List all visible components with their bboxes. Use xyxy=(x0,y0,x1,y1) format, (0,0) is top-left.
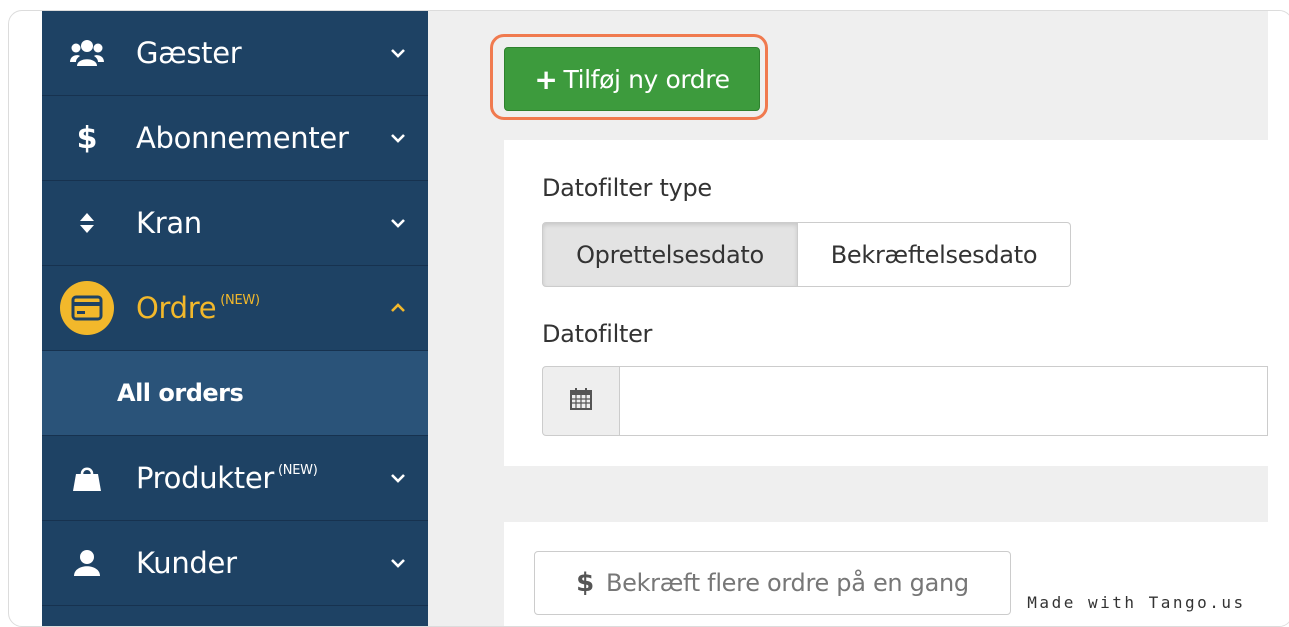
sidebar-item-text: Ordre xyxy=(136,291,217,325)
sidebar-item-label: Kunder xyxy=(136,546,237,580)
sidebar-item-label: Abonnementer xyxy=(136,121,349,155)
date-filter-label: Datofilter xyxy=(542,320,653,348)
sidebar-item-label: Gæster xyxy=(136,36,242,70)
date-filter-input[interactable] xyxy=(620,366,1268,436)
filter-panel: Datofilter type Oprettelsesdato Bekræfte… xyxy=(504,140,1268,466)
sidebar-item-products[interactable]: Produkter (NEW) xyxy=(42,436,428,521)
creation-date-option[interactable]: Oprettelsesdato xyxy=(542,222,798,287)
sidebar-item-text: Produkter xyxy=(136,461,275,495)
dollar-icon: $ xyxy=(576,568,594,598)
app-window: Gæster $ Abonnementer Kran Ordre (NEW) A… xyxy=(8,10,1289,627)
dollar-icon: $ xyxy=(76,120,98,156)
sidebar-item-customers[interactable]: Kunder xyxy=(42,521,428,606)
new-badge: (NEW) xyxy=(278,463,318,478)
confirm-multiple-label: Bekræft flere ordre på en gang xyxy=(605,569,969,597)
sidebar-item-crane[interactable]: Kran xyxy=(42,181,428,266)
calendar-addon[interactable] xyxy=(542,366,620,436)
chevron-down-icon xyxy=(388,213,408,233)
chevron-down-icon xyxy=(388,468,408,488)
users-icon xyxy=(67,33,107,73)
sidebar-subitem-label: All orders xyxy=(117,379,244,407)
sidebar-item-guests[interactable]: Gæster xyxy=(42,11,428,96)
plus-icon: + xyxy=(534,62,558,96)
add-order-button[interactable]: + Tilføj ny ordre xyxy=(504,47,760,111)
date-filter-type-label: Datofilter type xyxy=(542,174,712,202)
credit-card-icon xyxy=(60,281,114,335)
scrollbar-area xyxy=(1268,11,1289,626)
user-icon xyxy=(67,543,107,583)
sidebar-item-orders[interactable]: Ordre (NEW) xyxy=(42,266,428,351)
main-content: + Tilføj ny ordre Datofilter type Oprett… xyxy=(428,11,1268,626)
date-filter-group xyxy=(542,366,1268,436)
shopping-bag-icon xyxy=(67,458,107,498)
sidebar-subitem-all-orders[interactable]: All orders xyxy=(42,351,428,436)
chevron-down-icon xyxy=(388,128,408,148)
sort-icon xyxy=(67,203,107,243)
new-badge: (NEW) xyxy=(220,293,260,308)
calendar-icon xyxy=(569,387,593,416)
chevron-down-icon xyxy=(388,43,408,63)
sidebar: Gæster $ Abonnementer Kran Ordre (NEW) A… xyxy=(42,11,428,626)
confirm-multiple-orders-button[interactable]: $ Bekræft flere ordre på en gang xyxy=(534,551,1011,615)
sidebar-item-subscriptions[interactable]: $ Abonnementer xyxy=(42,96,428,181)
add-order-label: Tilføj ny ordre xyxy=(563,64,730,94)
sidebar-item-label: Kran xyxy=(136,206,202,240)
sidebar-item-label: Produkter (NEW) xyxy=(136,461,318,495)
chevron-down-icon xyxy=(388,553,408,573)
tango-watermark: Made with Tango.us xyxy=(1014,586,1259,619)
date-filter-type-toggle: Oprettelsesdato Bekræftelsesdato xyxy=(542,222,1071,287)
sidebar-item-label: Ordre (NEW) xyxy=(136,291,260,325)
confirmation-date-option[interactable]: Bekræftelsesdato xyxy=(798,222,1071,287)
chevron-up-icon xyxy=(388,298,408,318)
